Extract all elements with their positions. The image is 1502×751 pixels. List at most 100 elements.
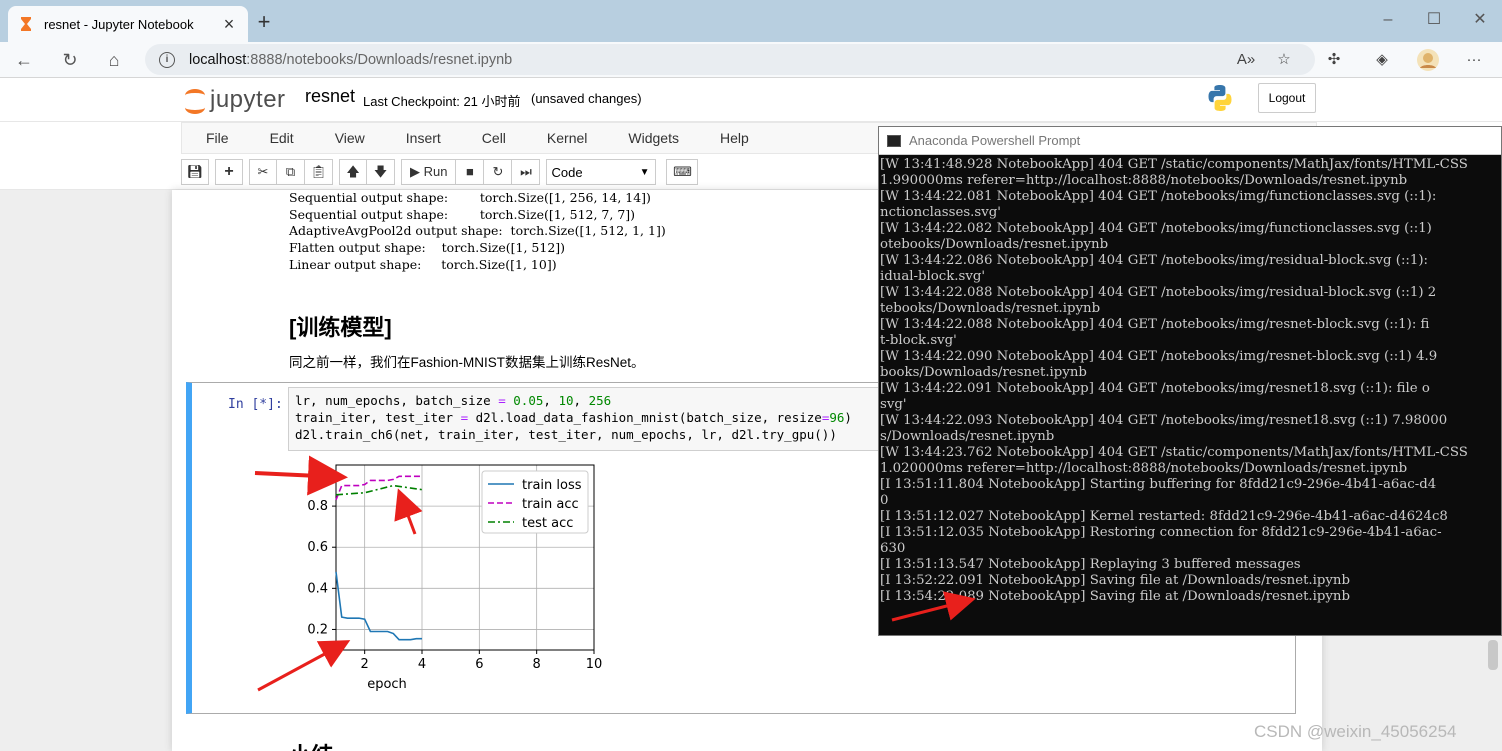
home-icon[interactable]: ⌂ bbox=[102, 48, 126, 72]
terminal-line: [W 13:41:48.928 NotebookApp] 404 GET /st… bbox=[880, 157, 1468, 172]
x-tick-label: 10 bbox=[586, 657, 603, 672]
refresh-icon[interactable]: ↻ bbox=[58, 48, 82, 72]
chevron-down-icon: ▼ bbox=[639, 166, 650, 178]
x-axis-label: epoch bbox=[367, 677, 407, 692]
url-host: localhost bbox=[189, 51, 247, 68]
terminal-line: [I 13:51:11.804 NotebookApp] Starting bu… bbox=[880, 477, 1437, 492]
browser-tab-bar: resnet - Jupyter Notebook × + – ☐ ✕ bbox=[0, 0, 1502, 42]
unsaved-status: (unsaved changes) bbox=[531, 91, 642, 106]
new-tab-icon[interactable]: + bbox=[252, 10, 276, 34]
terminal-line: svg' bbox=[880, 397, 907, 412]
browser-tab[interactable]: resnet - Jupyter Notebook × bbox=[8, 6, 248, 42]
terminal-line: [I 13:51:12.035 NotebookApp] Restoring c… bbox=[880, 525, 1442, 540]
legend-label: train acc bbox=[522, 497, 579, 512]
terminal-line: 1.020000ms referer=http://localhost:8888… bbox=[880, 461, 1408, 476]
terminal-line: 630 bbox=[880, 541, 906, 556]
paste-icon[interactable]: 📋︎ bbox=[305, 159, 333, 185]
powershell-window[interactable]: Anaconda Powershell Prompt [W 13:41:48.9… bbox=[878, 126, 1502, 636]
menu-file[interactable]: File bbox=[196, 130, 240, 146]
move-down-icon[interactable]: 🡇 bbox=[367, 159, 395, 185]
terminal-line: [W 13:44:22.091 NotebookApp] 404 GET /no… bbox=[880, 381, 1430, 396]
terminal-line: [I 13:52:22.091 NotebookApp] Saving file… bbox=[880, 573, 1351, 588]
terminal-title-bar[interactable]: Anaconda Powershell Prompt bbox=[879, 127, 1501, 155]
page-scrollbar[interactable] bbox=[1488, 640, 1498, 670]
terminal-line: [I 13:54:22.089 NotebookApp] Saving file… bbox=[880, 589, 1351, 604]
url-field[interactable]: i localhost:8888/notebooks/Downloads/res… bbox=[145, 44, 1315, 75]
code-line: train_iter, test_iter = d2l.load_data_fa… bbox=[295, 410, 852, 425]
tab-title: resnet - Jupyter Notebook bbox=[44, 16, 194, 32]
y-tick-label: 0.4 bbox=[307, 581, 328, 596]
minimize-icon[interactable]: – bbox=[1376, 8, 1400, 32]
terminal-line: 0 bbox=[880, 493, 889, 508]
terminal-title: Anaconda Powershell Prompt bbox=[909, 133, 1081, 148]
terminal-line: [W 13:44:22.081 NotebookApp] 404 GET /no… bbox=[880, 189, 1437, 204]
url-path: :8888/notebooks/Downloads/resnet.ipynb bbox=[246, 51, 513, 68]
menu-cell[interactable]: Cell bbox=[472, 130, 517, 146]
x-tick-label: 2 bbox=[361, 657, 369, 672]
terminal-line: idual-block.svg' bbox=[880, 269, 986, 284]
profile-avatar[interactable] bbox=[1416, 48, 1440, 72]
terminal-line: 1.990000ms referer=http://localhost:8888… bbox=[880, 173, 1408, 188]
output-line: Flatten output shape: torch.Size([1, 512… bbox=[289, 240, 566, 255]
close-tab-icon[interactable]: × bbox=[220, 14, 238, 35]
address-bar: ← ↻ ⌂ i localhost:8888/notebooks/Downloa… bbox=[0, 42, 1502, 78]
menu-kernel[interactable]: Kernel bbox=[537, 130, 598, 146]
save-icon[interactable]: 💾︎ bbox=[181, 159, 209, 185]
terminal-line: [I 13:51:13.547 NotebookApp] Replaying 3… bbox=[880, 557, 1301, 572]
maximize-icon[interactable]: ☐ bbox=[1422, 8, 1446, 32]
y-tick-label: 0.6 bbox=[307, 540, 328, 555]
browser-essentials-icon[interactable]: ◈ bbox=[1370, 48, 1394, 72]
extensions-puzzle-icon[interactable]: ✣ bbox=[1322, 48, 1346, 72]
legend-label: train loss bbox=[522, 478, 582, 493]
restart-icon[interactable]: ↻ bbox=[484, 159, 513, 185]
menu-insert[interactable]: Insert bbox=[396, 130, 452, 146]
keyboard-icon[interactable]: ⌨ bbox=[666, 159, 699, 185]
read-aloud-icon[interactable]: A» bbox=[1234, 48, 1258, 72]
copy-icon[interactable]: ⧉ bbox=[277, 159, 305, 185]
move-up-icon[interactable]: 🡅 bbox=[339, 159, 367, 185]
jupyter-logo[interactable]: jupyter bbox=[184, 82, 286, 118]
more-menu-icon[interactable]: ··· bbox=[1462, 48, 1486, 72]
terminal-line: [I 13:51:12.027 NotebookApp] Kernel rest… bbox=[880, 509, 1448, 524]
output-line: Linear output shape: torch.Size([1, 10]) bbox=[289, 257, 557, 272]
favorite-star-icon[interactable]: ☆ bbox=[1272, 48, 1296, 72]
watermark: CSDN @weixin_45056254 bbox=[1254, 722, 1457, 741]
x-tick-label: 6 bbox=[475, 657, 483, 672]
terminal-output: [W 13:41:48.928 NotebookApp] 404 GET /st… bbox=[880, 157, 1501, 605]
y-tick-label: 0.8 bbox=[307, 499, 328, 514]
x-tick-label: 4 bbox=[418, 657, 426, 672]
insert-cell-icon[interactable]: + bbox=[215, 159, 243, 185]
output-line: Sequential output shape: torch.Size([1, … bbox=[289, 207, 636, 222]
markdown-heading: [训练模型] bbox=[289, 315, 392, 340]
markdown-paragraph: 同之前一样，我们在Fashion-MNIST数据集上训练ResNet。 bbox=[289, 355, 645, 370]
python-logo-icon bbox=[1208, 85, 1232, 111]
interrupt-icon[interactable]: ■ bbox=[456, 159, 485, 185]
terminal-line: nctionclasses.svg' bbox=[880, 205, 1001, 220]
notebook-name[interactable]: resnet bbox=[305, 86, 355, 107]
close-window-icon[interactable]: ✕ bbox=[1468, 8, 1492, 32]
jupyter-logo-icon bbox=[184, 87, 206, 114]
code-line: lr, num_epochs, batch_size = 0.05, 10, 2… bbox=[295, 393, 612, 408]
menu-edit[interactable]: Edit bbox=[260, 130, 305, 146]
run-icon: ▶ bbox=[410, 164, 420, 179]
run-label: Run bbox=[423, 164, 448, 179]
restart-run-all-icon[interactable]: ⏭ bbox=[512, 159, 541, 185]
cut-icon[interactable]: ✂ bbox=[249, 159, 277, 185]
series-line bbox=[335, 475, 422, 501]
terminal-icon bbox=[887, 134, 901, 147]
logout-button[interactable]: Logout bbox=[1258, 83, 1316, 113]
back-arrow-icon[interactable]: ← bbox=[12, 48, 36, 72]
training-chart: 2 4 6 8 10 0.2 0.4 0.6 0.8 epoch train loss train a… bbox=[307, 464, 603, 692]
menu-help[interactable]: Help bbox=[710, 130, 760, 146]
terminal-line: t-block.svg' bbox=[880, 333, 957, 348]
site-info-icon[interactable]: i bbox=[159, 51, 175, 68]
cell-type-select[interactable]: Code ▼ bbox=[546, 159, 657, 185]
menu-widgets[interactable]: Widgets bbox=[618, 130, 690, 146]
menu-view[interactable]: View bbox=[325, 130, 376, 146]
legend-label: test acc bbox=[522, 516, 573, 531]
jupyter-header: jupyter resnet Last Checkpoint: 21 小时前 (… bbox=[0, 78, 1502, 122]
terminal-line: [W 13:44:23.762 NotebookApp] 404 GET /st… bbox=[880, 445, 1468, 460]
jupyter-logo-text: jupyter bbox=[210, 86, 286, 113]
checkpoint-status: Last Checkpoint: 21 小时前 bbox=[363, 94, 521, 109]
run-button[interactable]: ▶ Run bbox=[401, 159, 457, 185]
